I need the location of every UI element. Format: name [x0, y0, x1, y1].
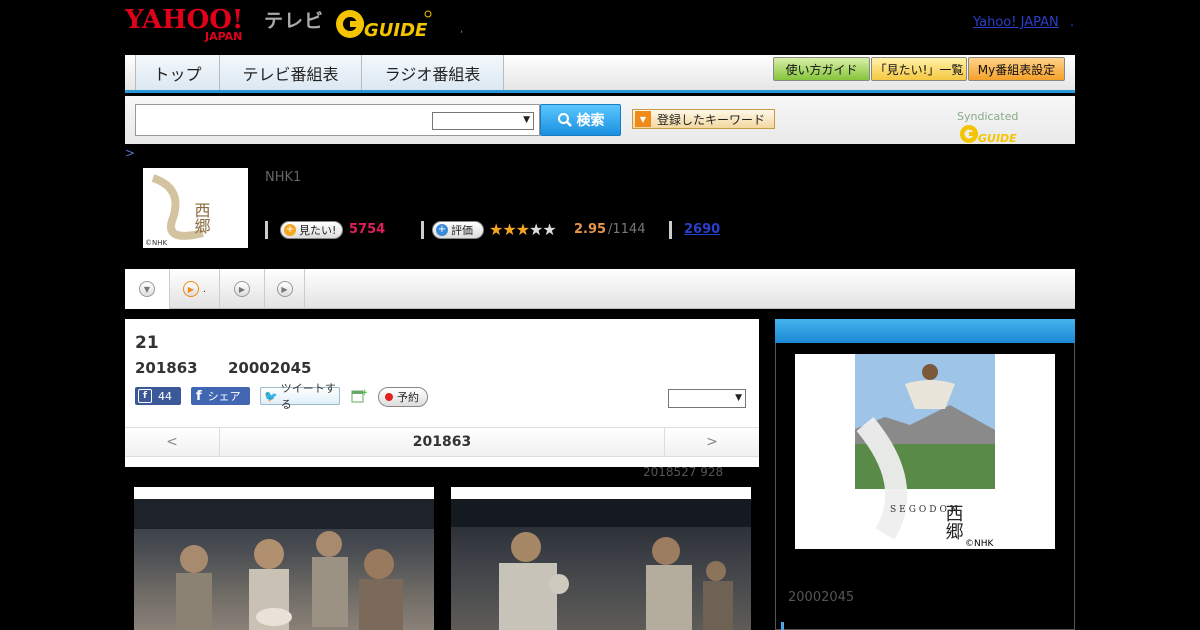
- share-label: シェア: [207, 390, 241, 403]
- thumb-copyright: ©NHK: [145, 239, 168, 247]
- reserve-button[interactable]: 予約: [378, 387, 428, 407]
- episode-panel: 21 201863 20002045 f 44 f シェア 🐦 ツイートする +…: [125, 319, 759, 467]
- dropdown-arrow-icon: ▼: [635, 111, 651, 127]
- sidebar-header: [775, 319, 1075, 343]
- my-schedule-settings-button[interactable]: My番組表設定: [968, 57, 1065, 81]
- facebook-f-icon: f: [196, 388, 202, 404]
- search-category-select[interactable]: ▼: [432, 112, 534, 130]
- divider: [421, 221, 424, 239]
- episode-pager: < 201863 >: [125, 427, 759, 457]
- episode-number: 21: [135, 333, 159, 353]
- yahoo-japan-link-dot: .: [1070, 15, 1075, 30]
- search-icon: [557, 113, 572, 127]
- svg-text:+: +: [361, 388, 367, 398]
- play-icon: ▶: [182, 281, 199, 297]
- channel-name: NHK1: [265, 170, 302, 185]
- rating-stars: ★★★★★: [489, 220, 557, 239]
- reserve-label: 予約: [397, 391, 419, 404]
- nav-tab-radio-schedule[interactable]: ラジオ番組表: [362, 55, 504, 90]
- star-full-icon: ★: [502, 220, 516, 239]
- rate-button-label: 評価: [451, 224, 473, 237]
- nav-tab-tv-schedule[interactable]: テレビ番組表: [220, 55, 362, 90]
- plus-icon: +: [284, 224, 296, 236]
- add-calendar-icon[interactable]: +: [351, 387, 369, 403]
- sidebar-air-time: 20002045: [788, 590, 855, 605]
- twitter-bird-icon: 🐦: [264, 389, 278, 403]
- mitai-button-label: 見たい!: [299, 224, 337, 237]
- mitai-list-button[interactable]: 「見たい!」一覧: [871, 57, 967, 81]
- logo-tv-text: テレビ: [264, 10, 325, 32]
- header-dot: ,: [460, 24, 464, 35]
- review-count-link[interactable]: 2690: [684, 222, 720, 237]
- divider: [669, 221, 672, 239]
- star-empty-icon: ★: [542, 220, 556, 239]
- rate-button[interactable]: + 評価: [432, 221, 484, 239]
- breadcrumb[interactable]: >: [125, 146, 135, 160]
- star-empty-icon: ★: [529, 220, 543, 239]
- sidebar-accent-bar: [781, 622, 784, 630]
- usage-guide-button[interactable]: 使い方ガイド: [773, 57, 870, 81]
- episode-time: 20002045: [228, 359, 312, 377]
- play-icon: ▶: [276, 281, 293, 297]
- yahoo-japan-logo[interactable]: YAHOO! JAPAN: [124, 5, 261, 43]
- search-button-label: 検索: [576, 113, 605, 129]
- gguide-small-text: GUIDE: [978, 132, 1017, 145]
- pager-current-date: 201863: [412, 434, 472, 450]
- mitai-count: 5754: [349, 222, 386, 237]
- episode-date: 201863: [135, 359, 198, 377]
- updated-timestamp: 2018527 928: [643, 465, 724, 479]
- facebook-icon: f: [138, 389, 152, 403]
- pager-next-button[interactable]: >: [664, 428, 759, 456]
- gguide-logo[interactable]: GUIDE: [334, 6, 434, 42]
- tweet-button[interactable]: 🐦 ツイートする: [260, 382, 340, 411]
- poster-copyright: ©NHK: [965, 539, 995, 549]
- record-dot-icon: [385, 393, 393, 401]
- search-button[interactable]: 検索: [540, 104, 621, 136]
- syndicated-label: Syndicated: [957, 110, 1019, 123]
- star-half-icon: ★: [515, 220, 530, 239]
- gguide-small-logo: GUIDE: [960, 125, 1017, 145]
- program-thumbnail[interactable]: 西郷 ©NHK: [143, 168, 248, 248]
- subtab-1[interactable]: ▼: [125, 269, 170, 309]
- divider: [265, 221, 268, 239]
- syndicated-gguide-badge: Syndicated GUIDE: [957, 110, 1075, 145]
- episode-select[interactable]: ▼: [668, 389, 746, 408]
- registered-keywords-label: 登録したキーワード: [657, 112, 766, 127]
- facebook-like-button[interactable]: f 44: [135, 387, 181, 405]
- logo-gguide-text: GUIDE: [364, 20, 428, 41]
- subtab-2-label: .: [202, 283, 207, 295]
- yahoo-japan-link[interactable]: Yahoo! JAPAN: [973, 15, 1059, 30]
- like-count: 44: [158, 389, 172, 403]
- chevron-down-icon: ▼: [735, 393, 742, 403]
- pager-prev-button[interactable]: <: [125, 428, 220, 456]
- global-nav: トップ テレビ番組表 ラジオ番組表 使い方ガイド 「見たい!」一覧 My番組表設…: [125, 55, 1075, 93]
- facebook-share-button[interactable]: f シェア: [191, 387, 250, 405]
- tweet-label: ツイートする: [280, 382, 336, 411]
- thumb-title-text: 西郷: [192, 202, 211, 234]
- play-icon: ▶: [234, 281, 250, 297]
- star-full-icon: ★: [489, 220, 503, 239]
- poster-subtitle-text: SEGODON: [890, 505, 961, 515]
- rating-total: /1144: [608, 222, 646, 237]
- search-row: ▼ 検索 ▼ 登録したキーワード Syndicated GUIDE: [125, 96, 1075, 145]
- episode-photo-2[interactable]: [451, 487, 751, 630]
- chevron-down-icon: ▼: [523, 115, 530, 125]
- logo-japan-text: JAPAN: [204, 30, 242, 42]
- mitai-button[interactable]: + 見たい!: [280, 221, 343, 239]
- subtab-4[interactable]: ▶: [265, 269, 305, 309]
- sidebar-poster[interactable]: 西郷 SEGODON ©NHK: [795, 354, 1055, 549]
- subtab-3[interactable]: ▶: [220, 269, 265, 309]
- rating-score: 2.95: [574, 222, 607, 237]
- episode-photo-1[interactable]: [134, 487, 434, 630]
- nav-tab-top[interactable]: トップ: [135, 55, 220, 90]
- program-subtabs: ▼ ▶ . ▶ ▶: [125, 269, 1075, 309]
- subtab-2[interactable]: ▶ .: [170, 269, 220, 309]
- plus-icon: +: [436, 224, 448, 236]
- chevron-down-icon: ▼: [139, 281, 155, 297]
- registered-keywords-button[interactable]: ▼ 登録したキーワード: [632, 109, 775, 129]
